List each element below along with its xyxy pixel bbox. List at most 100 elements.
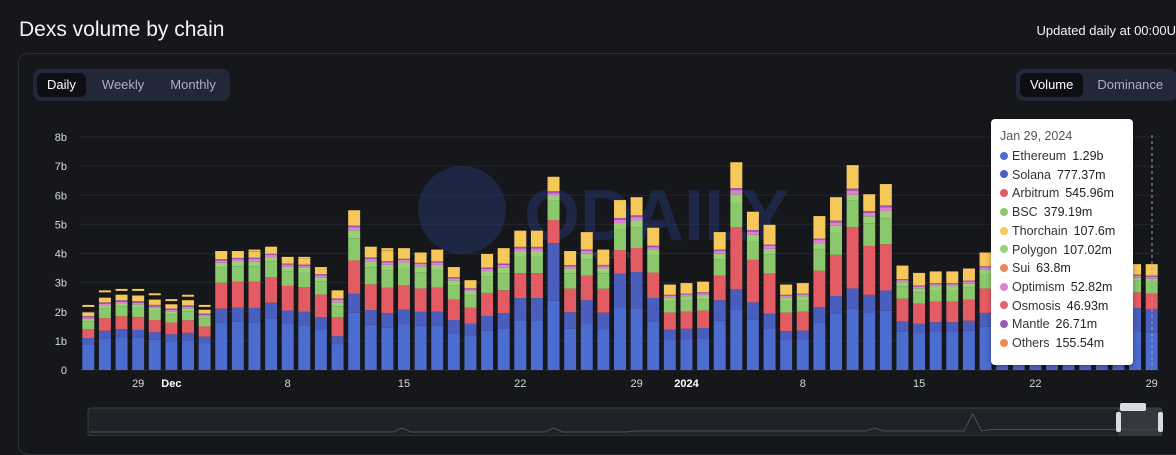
bar-arbitrum bbox=[813, 270, 826, 308]
bar-stack[interactable] bbox=[597, 249, 610, 370]
bar-stack[interactable] bbox=[98, 290, 111, 370]
bar-optimism bbox=[132, 302, 145, 305]
bar-stack[interactable] bbox=[514, 230, 527, 370]
bar-stack[interactable] bbox=[614, 200, 626, 370]
bar-stack[interactable] bbox=[796, 283, 809, 370]
brush-handle-left[interactable] bbox=[1116, 412, 1121, 432]
bar-stack[interactable] bbox=[82, 304, 95, 370]
bar-stack[interactable] bbox=[148, 293, 161, 370]
bar-stack[interactable] bbox=[962, 268, 975, 370]
bar-ethereum bbox=[846, 308, 859, 370]
bar-polygon bbox=[746, 234, 759, 242]
bar-optimism bbox=[614, 219, 626, 224]
bar-polygon bbox=[830, 225, 842, 233]
bar-stack[interactable] bbox=[398, 248, 410, 370]
bar-stack[interactable] bbox=[364, 246, 377, 370]
bar-stack[interactable] bbox=[481, 253, 494, 370]
bar-arbitrum bbox=[514, 273, 527, 299]
bar-stack[interactable] bbox=[132, 288, 145, 370]
tooltip-row: Optimism 52.82m bbox=[1000, 279, 1112, 295]
bar-stack[interactable] bbox=[863, 194, 876, 370]
bar-stack[interactable] bbox=[464, 280, 477, 370]
bar-stack[interactable] bbox=[165, 299, 178, 370]
bar-solana bbox=[780, 331, 793, 340]
bar-stack[interactable] bbox=[630, 197, 643, 370]
brush-handle-right[interactable] bbox=[1158, 412, 1163, 432]
bar-arbitrum bbox=[796, 311, 809, 331]
bar-cap bbox=[962, 268, 975, 271]
bar-stack[interactable] bbox=[830, 197, 842, 370]
bar-stack[interactable] bbox=[780, 284, 793, 370]
range-brush[interactable] bbox=[87, 403, 1163, 436]
bar-stack[interactable] bbox=[381, 248, 394, 370]
bar-bsc bbox=[464, 295, 477, 308]
bar-ethereum bbox=[830, 313, 842, 370]
bar-stack[interactable] bbox=[946, 271, 959, 370]
bar-stack[interactable] bbox=[198, 304, 211, 370]
bar-stack[interactable] bbox=[215, 251, 228, 370]
bar-stack[interactable] bbox=[564, 251, 577, 370]
bar-ethereum bbox=[464, 335, 477, 370]
bar-stack[interactable] bbox=[813, 216, 826, 370]
bar-stack[interactable] bbox=[663, 284, 676, 370]
bar-ethereum bbox=[564, 328, 577, 370]
bar-stack[interactable] bbox=[414, 252, 427, 371]
bar-stack[interactable] bbox=[248, 249, 261, 370]
bar-ethereum bbox=[82, 344, 95, 370]
bar-stack[interactable] bbox=[580, 232, 593, 370]
bar-solana bbox=[364, 310, 377, 325]
bar-stack[interactable] bbox=[979, 252, 992, 371]
bar-mantle bbox=[398, 258, 410, 261]
bar-optimism bbox=[464, 289, 477, 291]
bar-cap bbox=[414, 252, 427, 255]
bar-stack[interactable] bbox=[115, 288, 128, 370]
bar-stack[interactable] bbox=[697, 281, 710, 370]
bar-arbitrum bbox=[1145, 293, 1158, 310]
bar-stack[interactable] bbox=[547, 176, 560, 370]
legend-dot-icon bbox=[1000, 170, 1008, 179]
x-tick-label: 22 bbox=[1029, 378, 1041, 390]
bar-polygon bbox=[248, 261, 261, 267]
bar-stack[interactable] bbox=[713, 232, 726, 370]
brush-selection[interactable] bbox=[1118, 408, 1162, 436]
bar-stack[interactable] bbox=[431, 249, 444, 370]
bar-stack[interactable] bbox=[348, 210, 361, 370]
bar-stack[interactable] bbox=[530, 230, 543, 370]
bar-stack[interactable] bbox=[680, 283, 693, 370]
bar-arbitrum bbox=[647, 272, 660, 298]
bar-thorchain bbox=[198, 309, 211, 314]
bar-stack[interactable] bbox=[929, 271, 942, 370]
bar-stack[interactable] bbox=[846, 165, 859, 370]
bar-mantle bbox=[182, 305, 194, 307]
bar-stack[interactable] bbox=[497, 248, 510, 370]
bar-stack[interactable] bbox=[231, 251, 244, 370]
bar-stack[interactable] bbox=[763, 224, 776, 370]
bar-mantle bbox=[547, 191, 560, 194]
bar-stack[interactable] bbox=[314, 267, 327, 370]
bar-stack[interactable] bbox=[265, 246, 278, 370]
bar-stack[interactable] bbox=[913, 272, 926, 370]
bar-optimism bbox=[713, 250, 726, 254]
bar-stack[interactable] bbox=[730, 162, 743, 370]
tooltip-row: Polygon 107.02m bbox=[1000, 242, 1112, 258]
bar-stack[interactable] bbox=[298, 256, 311, 370]
bar-stack[interactable] bbox=[879, 184, 892, 370]
bar-optimism bbox=[597, 266, 610, 269]
bar-stack[interactable] bbox=[647, 227, 660, 370]
bar-stack[interactable] bbox=[182, 294, 194, 370]
bar-cap bbox=[813, 216, 826, 219]
bar-mantle bbox=[979, 266, 992, 268]
bar-ethereum bbox=[198, 343, 211, 370]
bar-arbitrum bbox=[148, 320, 161, 333]
bar-stack[interactable] bbox=[281, 256, 294, 370]
bar-thorchain bbox=[148, 299, 161, 305]
bar-stack[interactable] bbox=[746, 211, 759, 370]
bar-mantle bbox=[730, 188, 743, 191]
bar-stack[interactable] bbox=[447, 267, 460, 370]
bar-stack[interactable] bbox=[331, 290, 344, 370]
bar-polygon bbox=[647, 249, 660, 256]
bar-stack[interactable] bbox=[896, 265, 909, 370]
bar-cap bbox=[464, 280, 477, 283]
tooltip-series-name: Solana bbox=[1012, 167, 1051, 182]
brush-grip[interactable] bbox=[1120, 403, 1146, 411]
